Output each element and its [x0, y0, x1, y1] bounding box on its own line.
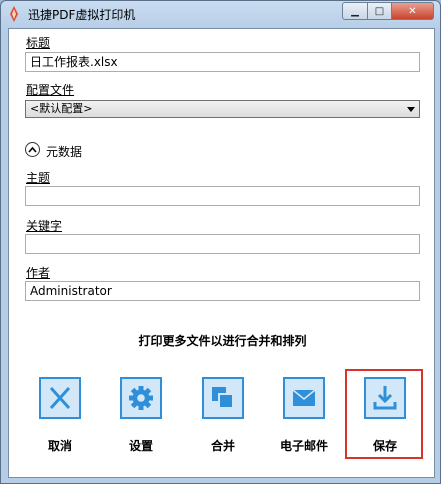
subject-label: 主题	[26, 171, 51, 185]
merge-hint-text: 打印更多文件以进行合并和排列	[138, 334, 307, 348]
email-button[interactable]: 电子邮件	[263, 374, 343, 464]
app-icon	[10, 6, 18, 22]
settings-button[interactable]: 设置	[100, 374, 180, 464]
cancel-label: 取消	[47, 439, 72, 453]
profile-select[interactable]: <默认配置>	[25, 100, 420, 118]
cancel-button[interactable]: 取消	[19, 374, 99, 464]
download-icon	[364, 377, 406, 419]
author-input[interactable]: Administrator	[25, 281, 420, 301]
subject-input[interactable]	[25, 186, 420, 206]
printer-window: 迅捷PDF虚拟打印机 ▁ □ ✕ 标题 日工作报表.xlsx 配置文件 <默认配…	[0, 0, 441, 484]
minimize-button[interactable]: ▁	[342, 2, 368, 20]
metadata-toggle[interactable]	[25, 142, 40, 157]
dialog-body: 标题 日工作报表.xlsx 配置文件 <默认配置> 元数据 主题 关键字 作者 …	[8, 28, 435, 478]
keywords-label: 关键字	[26, 219, 63, 233]
settings-label: 设置	[128, 439, 153, 453]
merge-icon	[202, 377, 244, 419]
merge-label: 合并	[210, 439, 235, 453]
profile-label: 配置文件	[26, 83, 75, 97]
profile-select-value: <默认配置>	[30, 102, 93, 115]
save-label: 保存	[372, 439, 397, 453]
window-title: 迅捷PDF虚拟打印机	[28, 8, 136, 22]
gear-icon	[120, 377, 162, 419]
save-button[interactable]: 保存	[344, 374, 424, 464]
author-label: 作者	[26, 266, 51, 280]
close-button[interactable]: ✕	[392, 2, 434, 20]
title-input[interactable]: 日工作报表.xlsx	[25, 52, 420, 72]
email-label: 电子邮件	[279, 439, 328, 453]
maximize-button[interactable]: □	[368, 2, 392, 20]
maximize-icon: □	[374, 5, 385, 17]
minimize-icon: ▁	[351, 5, 359, 17]
keywords-input[interactable]	[25, 234, 420, 254]
close-icon: ✕	[408, 5, 417, 17]
close-icon	[39, 377, 81, 419]
chevron-up-icon	[28, 146, 37, 153]
merge-button[interactable]: 合并	[182, 374, 262, 464]
title-bar: 迅捷PDF虚拟打印机 ▁ □ ✕	[1, 1, 440, 27]
metadata-label: 元数据	[46, 145, 83, 159]
mail-icon	[283, 377, 325, 419]
chevron-down-icon	[407, 107, 415, 112]
title-label: 标题	[26, 36, 51, 50]
